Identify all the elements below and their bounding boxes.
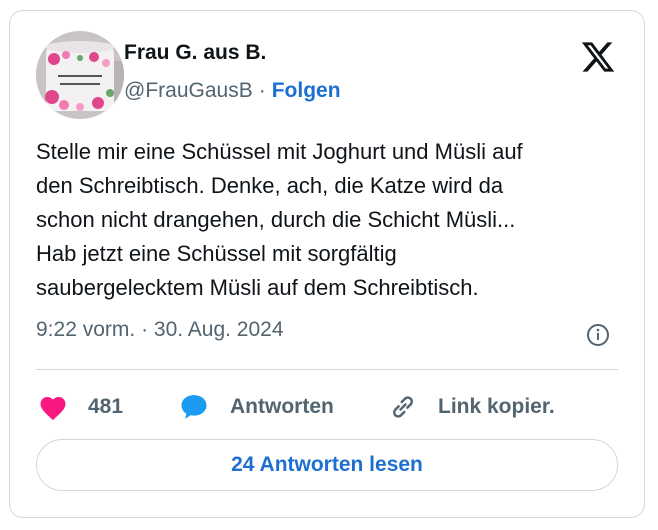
- copy-link-button[interactable]: Link kopier.: [388, 387, 555, 427]
- read-replies-button[interactable]: 24 Antworten lesen: [36, 439, 618, 491]
- tweet-timestamp[interactable]: 9:22 vorm. · 30. Aug. 2024: [36, 318, 284, 342]
- copy-link-label: Link kopier.: [438, 395, 555, 418]
- author-name[interactable]: Frau G. aus B.: [124, 41, 266, 65]
- timestamp-separator: ·: [141, 318, 149, 341]
- link-icon: [393, 396, 413, 418]
- tweet-text-line: Hab jetzt eine Schüssel mit sorgfältig: [36, 241, 397, 266]
- action-bar: 481 Antworten Link kopier.: [36, 387, 626, 427]
- follow-button[interactable]: Folgen: [272, 79, 341, 102]
- info-icon[interactable]: [586, 323, 610, 347]
- avatar[interactable]: [36, 31, 124, 119]
- heart-icon: [40, 397, 66, 421]
- like-count: 481: [88, 395, 124, 418]
- tweet-card: Frau G. aus B. @FrauGausB · Folgen Stelle …: [9, 10, 645, 518]
- separator-dot: ·: [258, 79, 266, 102]
- tweet-time: 9:22 vorm.: [36, 318, 136, 341]
- tweet-text-line: saubergelecktem Müsli auf dem Schreibtis…: [36, 275, 479, 300]
- tweet-text: Stelle mir eine Schüssel mit Joghurt und…: [36, 135, 626, 305]
- tweet-text-line: schon nicht drangehen, durch die Schicht…: [36, 207, 516, 232]
- tweet-text-line: den Schreibtisch. Denke, ach, die Katze …: [36, 173, 504, 198]
- handle-row: @FrauGausB · Folgen: [124, 79, 341, 103]
- tweet-text-line: Stelle mir eine Schüssel mit Joghurt und…: [36, 139, 523, 164]
- speech-bubble-icon: [181, 395, 207, 419]
- like-button[interactable]: 481: [38, 387, 123, 427]
- reply-button[interactable]: Antworten: [178, 387, 334, 427]
- tweet-date: 30. Aug. 2024: [153, 318, 284, 341]
- x-logo-icon[interactable]: [580, 39, 616, 75]
- divider: [36, 369, 618, 370]
- author-handle[interactable]: @FrauGausB: [124, 79, 253, 102]
- avatar-image: [36, 31, 124, 119]
- reply-label: Antworten: [230, 395, 334, 418]
